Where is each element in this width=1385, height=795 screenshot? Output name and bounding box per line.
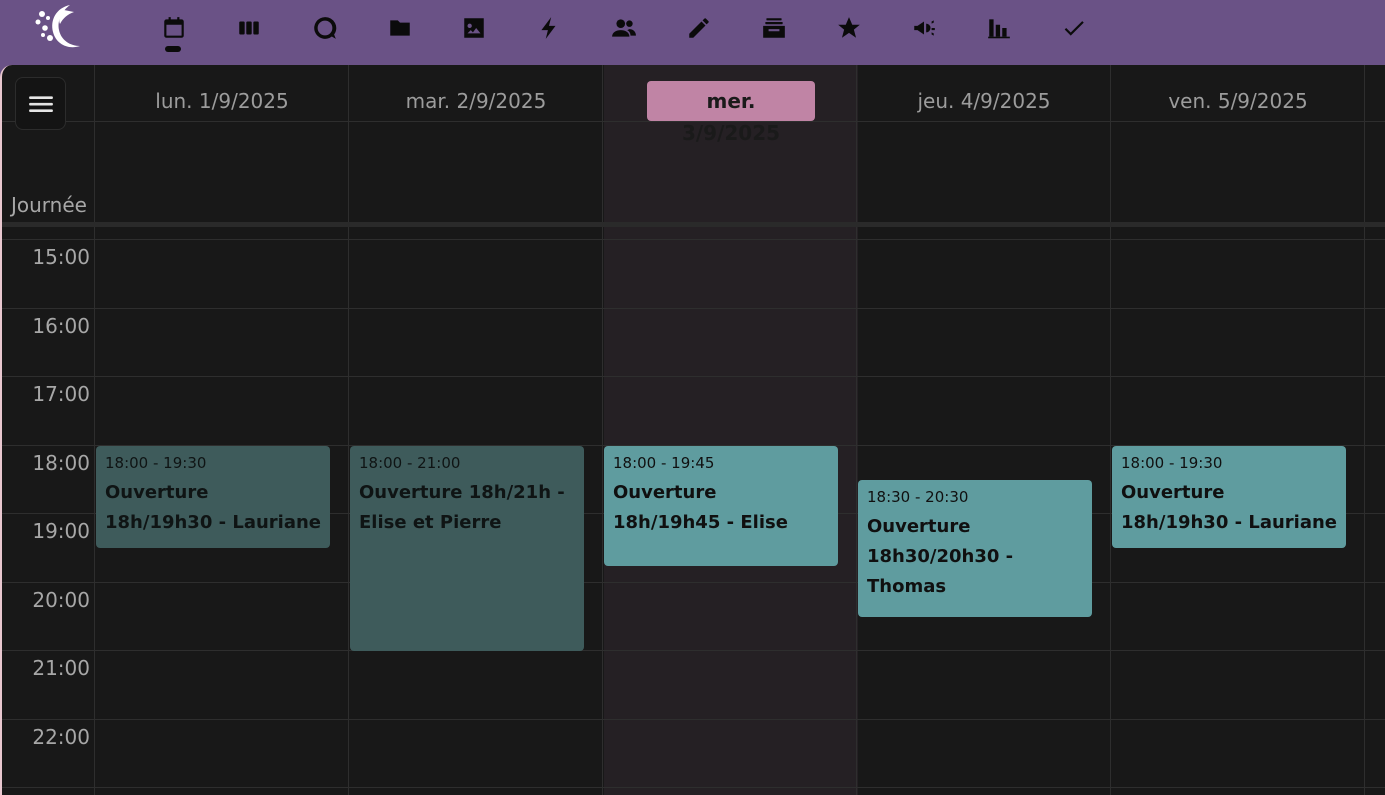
folder-icon[interactable] — [385, 12, 415, 44]
bar-chart-icon[interactable] — [984, 12, 1014, 44]
pencil-icon[interactable] — [684, 12, 714, 44]
hour-label: 20:00 — [32, 588, 90, 612]
hour-label: 22:00 — [32, 725, 90, 749]
hour-label: 18:00 — [32, 451, 90, 475]
hour-label: 17:00 — [32, 382, 90, 406]
chat-icon[interactable] — [310, 12, 340, 44]
day-header-thursday[interactable]: jeu. 4/9/2025 — [858, 89, 1110, 115]
day-header-monday[interactable]: lun. 1/9/2025 — [96, 89, 348, 115]
today-column-highlight — [604, 65, 858, 795]
all-day-separator — [2, 222, 1385, 227]
top-navigation-bar — [0, 0, 1385, 65]
check-icon[interactable] — [1059, 12, 1089, 44]
event-card-wednesday[interactable]: 18:00 - 19:45 Ouverture 18h/19h45 - Elis… — [604, 446, 838, 566]
calendar-icon[interactable] — [159, 12, 189, 52]
event-title: Ouverture 18h/19h30 - Lauriane — [1121, 482, 1337, 533]
image-icon[interactable] — [459, 12, 489, 44]
event-card-monday[interactable]: 18:00 - 19:30 Ouverture 18h/19h30 - Laur… — [96, 446, 330, 548]
megaphone-icon[interactable] — [909, 12, 939, 44]
users-icon[interactable] — [609, 12, 639, 44]
event-time: 18:00 - 19:30 — [105, 454, 207, 472]
hamburger-icon — [28, 95, 53, 112]
inbox-stack-icon[interactable] — [759, 12, 789, 44]
event-title: Ouverture 18h/19h45 - Elise — [613, 482, 788, 533]
columns-icon[interactable] — [234, 12, 264, 44]
app-logo[interactable] — [30, 2, 84, 54]
event-time: 18:00 - 21:00 — [359, 454, 461, 472]
event-time: 18:00 - 19:45 — [613, 454, 715, 472]
day-header-tuesday[interactable]: mar. 2/9/2025 — [350, 89, 602, 115]
hour-label: 16:00 — [32, 314, 90, 338]
event-card-friday[interactable]: 18:00 - 19:30 Ouverture 18h/19h30 - Laur… — [1112, 446, 1346, 548]
menu-button[interactable] — [15, 77, 66, 130]
hour-label: 15:00 — [32, 245, 90, 269]
all-day-label: Journée — [11, 193, 87, 217]
event-card-thursday[interactable]: 18:30 - 20:30 Ouverture 18h30/20h30 - Th… — [858, 480, 1092, 617]
event-title: Ouverture 18h/21h - Elise et Pierre — [359, 482, 565, 533]
event-card-tuesday[interactable]: 18:00 - 21:00 Ouverture 18h/21h - Elise … — [350, 446, 584, 651]
event-time: 18:30 - 20:30 — [867, 488, 969, 506]
active-indicator — [165, 46, 181, 52]
lightning-icon[interactable] — [534, 12, 564, 44]
event-title: Ouverture 18h/19h30 - Lauriane — [105, 482, 321, 533]
hour-label: 19:00 — [32, 519, 90, 543]
day-header-wednesday-today[interactable]: mer. 3/9/2025 — [647, 81, 815, 145]
day-header-friday[interactable]: ven. 5/9/2025 — [1112, 89, 1364, 115]
event-time: 18:00 - 19:30 — [1121, 454, 1223, 472]
hour-label: 21:00 — [32, 656, 90, 680]
event-title: Ouverture 18h30/20h30 - Thomas — [867, 516, 1014, 597]
star-icon[interactable] — [834, 12, 864, 44]
week-calendar: lun. 1/9/2025 mar. 2/9/2025 mer. 3/9/202… — [0, 65, 1385, 795]
